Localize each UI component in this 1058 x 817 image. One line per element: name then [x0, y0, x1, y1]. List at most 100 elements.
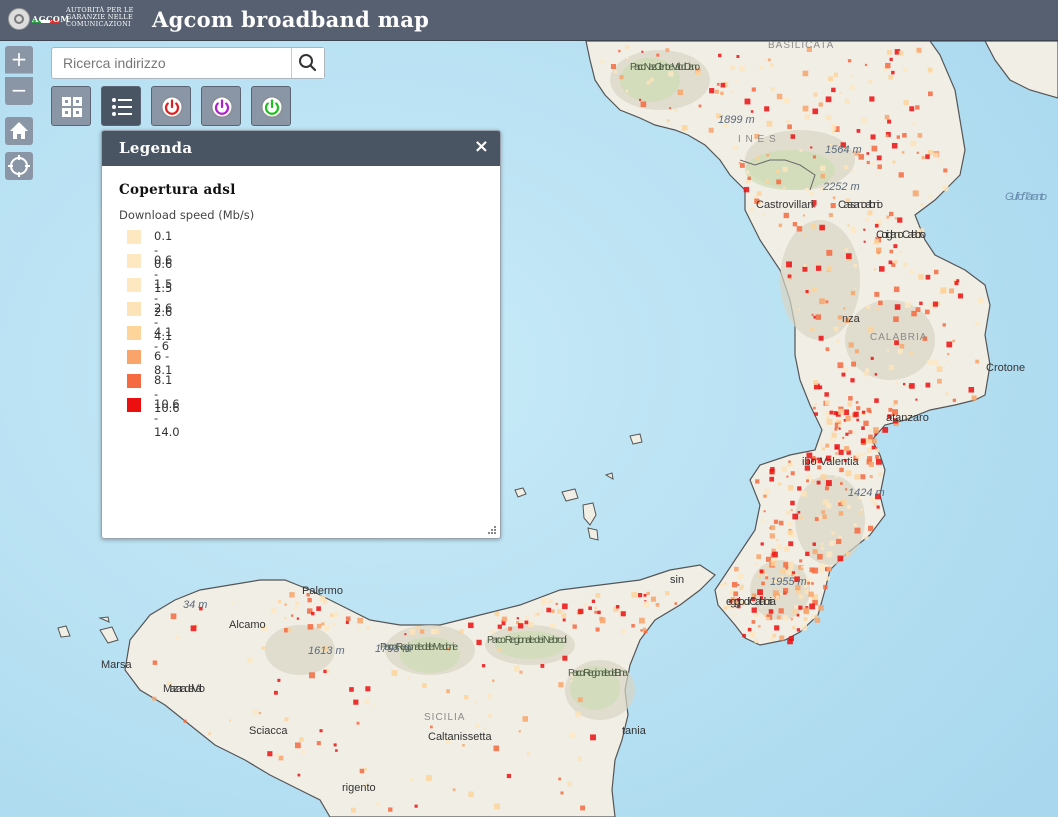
coverage-cell — [519, 670, 523, 674]
widget-grid-button[interactable] — [51, 86, 91, 126]
label-etna: Parco Regionale dell'Etna — [568, 668, 628, 679]
coverage-cell — [804, 114, 810, 120]
coverage-cell — [813, 92, 818, 97]
coverage-cell — [820, 546, 824, 551]
coverage-cell — [866, 305, 871, 310]
zoom-out-button[interactable]: − — [5, 77, 33, 105]
coverage-cell — [768, 609, 774, 614]
search-button[interactable] — [291, 48, 324, 78]
coverage-cell — [475, 723, 480, 728]
legend-title: Legenda — [119, 139, 193, 157]
coverage-cell — [778, 608, 784, 614]
coverage-cell — [769, 63, 774, 67]
coverage-cell — [939, 158, 943, 162]
coverage-cell — [851, 75, 854, 78]
coverage-cell — [915, 307, 921, 312]
legend-item-label: 10.6 - 14.0 — [154, 397, 180, 439]
coverage-cell — [820, 173, 826, 179]
coverage-cell — [824, 486, 830, 491]
coverage-cell — [787, 529, 793, 535]
legend-swatch — [127, 398, 141, 412]
legend-button[interactable] — [101, 86, 141, 126]
coverage-cell — [825, 347, 830, 352]
coverage-cell — [860, 474, 866, 480]
coverage-cell — [811, 479, 815, 483]
search-box — [51, 47, 325, 79]
coverage-cell — [492, 679, 495, 683]
coverage-cell — [866, 152, 870, 155]
coverage-cell — [803, 617, 808, 621]
coverage-cell — [798, 565, 802, 569]
home-button[interactable] — [5, 117, 33, 145]
coverage-cell — [891, 70, 895, 75]
coverage-cell — [278, 600, 282, 604]
coverage-cell — [876, 155, 882, 161]
coverage-cell — [407, 676, 411, 680]
locate-button[interactable] — [5, 152, 33, 180]
coverage-cell — [766, 153, 770, 157]
coverage-cell — [847, 224, 850, 227]
coverage-cell — [786, 510, 791, 515]
coverage-cell — [452, 788, 456, 792]
coverage-cell — [776, 615, 781, 620]
legend-panel: Legenda × Copertura adsl Download speed … — [101, 130, 501, 539]
coverage-cell — [860, 508, 863, 511]
coverage-cell — [765, 576, 769, 580]
coverage-cell — [878, 472, 883, 477]
coverage-cell — [893, 316, 899, 323]
coverage-cell — [297, 773, 301, 777]
coverage-cell — [299, 737, 304, 742]
republic-emblem-icon — [8, 8, 30, 30]
coverage-cell — [376, 802, 381, 807]
label-ionian: I N E S — [738, 134, 777, 145]
search-input[interactable] — [52, 48, 292, 78]
coverage-cell — [782, 588, 789, 594]
coverage-cell — [886, 49, 892, 55]
coverage-cell — [759, 65, 763, 70]
coverage-cell — [810, 327, 815, 332]
coverage-cell — [757, 589, 763, 595]
coverage-cell — [783, 212, 789, 219]
coverage-cell — [763, 510, 766, 513]
layer-toggle-green-button[interactable] — [251, 86, 291, 126]
coverage-cell — [790, 617, 794, 621]
close-icon[interactable]: × — [474, 137, 489, 157]
coverage-cell — [974, 321, 979, 326]
power-icon — [261, 96, 283, 118]
coverage-cell — [878, 300, 883, 306]
coverage-cell — [805, 187, 809, 192]
coverage-cell — [915, 51, 918, 54]
coverage-cell — [838, 408, 845, 415]
coverage-cell — [806, 479, 809, 483]
coverage-cell — [620, 611, 626, 617]
layer-toggle-red-button[interactable] — [151, 86, 191, 126]
coverage-cell — [584, 603, 587, 607]
coverage-cell — [487, 693, 493, 699]
zoom-in-button[interactable]: + — [5, 46, 33, 74]
layer-toggle-purple-button[interactable] — [201, 86, 241, 126]
coverage-cell — [836, 538, 842, 545]
coverage-cell — [892, 403, 896, 407]
coverage-cell — [518, 730, 521, 733]
coverage-cell — [641, 50, 644, 53]
coverage-cell — [819, 224, 825, 231]
coverage-cell — [468, 622, 474, 629]
coverage-cell — [626, 56, 629, 60]
coverage-cell — [730, 65, 735, 70]
coverage-cell — [822, 447, 826, 451]
coverage-cell — [433, 628, 440, 634]
coverage-cell — [886, 215, 890, 219]
coverage-cell — [845, 552, 850, 556]
coverage-cell — [321, 622, 325, 626]
resize-grip-icon[interactable] — [487, 525, 497, 535]
coverage-cell — [763, 494, 768, 498]
coverage-cell — [357, 627, 361, 630]
label-cosenza: nza — [842, 313, 861, 325]
coverage-cell — [783, 562, 789, 568]
coverage-cell — [261, 646, 265, 650]
coverage-cell — [356, 721, 360, 725]
coverage-cell — [802, 266, 808, 272]
coverage-cell — [835, 452, 838, 455]
coverage-cell — [830, 203, 836, 209]
coverage-cell — [863, 371, 869, 377]
